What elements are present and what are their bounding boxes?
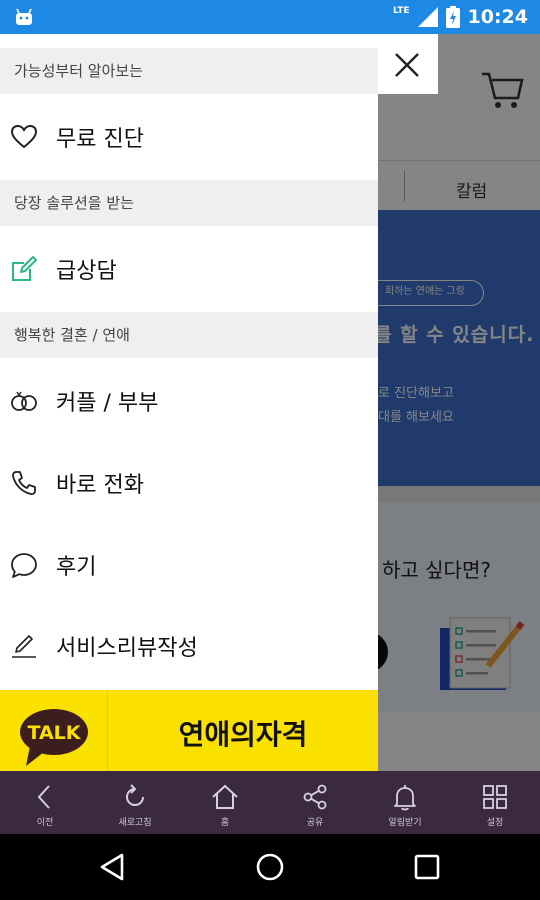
toolbar-label: 알림받기 — [388, 818, 422, 828]
pencil-icon — [12, 635, 36, 658]
menu-item-label: 급상담 — [56, 259, 117, 284]
svg-text:TALK: TALK — [27, 722, 81, 744]
toolbar-share-button[interactable]: 공유 — [270, 771, 360, 834]
toolbar-label: 공유 — [306, 818, 324, 828]
home-icon — [212, 784, 238, 809]
section-header-marriage: 행복한 결혼 / 연애 — [0, 312, 378, 358]
dim-overlay[interactable] — [378, 34, 540, 771]
signal-icon — [417, 7, 438, 27]
battery-icon — [445, 6, 460, 28]
share-icon — [303, 784, 327, 810]
menu-item-reviews[interactable]: 후기 — [0, 530, 378, 600]
close-drawer-button[interactable] — [378, 34, 438, 94]
toolbar-settings-button[interactable]: 설정 — [450, 771, 540, 834]
menu-item-free-diagnosis[interactable]: 무료 진단 — [0, 102, 378, 172]
menu-item-couple[interactable]: 커플 / 부부 — [0, 366, 378, 436]
menu-item-label: 무료 진단 — [56, 127, 144, 152]
toolbar-label: 이전 — [36, 818, 54, 828]
edit-icon — [12, 256, 37, 281]
refresh-icon — [126, 784, 144, 806]
system-navigation-bar — [0, 834, 540, 900]
grid-icon — [483, 785, 507, 809]
section-header-solution: 당장 솔루션을 받는 — [0, 180, 378, 226]
menu-item-call[interactable]: 바로 전화 — [0, 448, 378, 518]
kakao-logo-area: TALK — [0, 690, 108, 771]
phone-icon — [12, 471, 36, 495]
nav-back-icon[interactable] — [96, 850, 130, 884]
menu-item-write-review[interactable]: 서비스리뷰작성 — [0, 611, 378, 681]
heart-icon — [10, 124, 38, 149]
rings-icon — [11, 391, 37, 411]
nav-home-icon[interactable] — [253, 850, 287, 884]
menu-item-label: 후기 — [56, 555, 97, 580]
bottom-toolbar: 이전 새로고침 홈 공유 알림받기 설정 — [0, 771, 540, 834]
toolbar-notification-button[interactable]: 알림받기 — [360, 771, 450, 834]
toolbar-back-button[interactable]: 이전 — [0, 771, 90, 834]
network-type: LTE — [392, 6, 410, 16]
navigation-drawer: 가능성부터 알아보는 무료 진단 당장 솔루션을 받는 급상담 행복한 결혼 /… — [0, 34, 378, 771]
menu-item-label: 커플 / 부부 — [56, 391, 159, 416]
kakao-talk-banner[interactable]: TALK 연애의자격 — [0, 690, 378, 771]
toolbar-label: 새로고침 — [118, 818, 152, 828]
menu-item-label: 바로 전화 — [56, 473, 144, 498]
back-icon — [37, 785, 50, 809]
close-icon — [395, 53, 419, 77]
bell-icon — [394, 785, 416, 811]
android-notification-icon — [16, 8, 32, 25]
toolbar-refresh-button[interactable]: 새로고침 — [90, 771, 180, 834]
menu-item-urgent-consult[interactable]: 급상담 — [0, 234, 378, 304]
clock: 10:24 — [467, 6, 528, 28]
kakao-channel-title: 연애의자격 — [178, 718, 308, 751]
nav-recents-icon[interactable] — [410, 850, 444, 884]
toolbar-home-button[interactable]: 홈 — [180, 771, 270, 834]
chat-bubble-icon — [11, 553, 37, 578]
menu-item-label: 서비스리뷰작성 — [56, 636, 198, 661]
toolbar-label: 홈 — [220, 818, 230, 828]
section-header-diagnosis: 가능성부터 알아보는 — [0, 48, 378, 94]
toolbar-label: 설정 — [486, 818, 504, 828]
kakao-talk-logo-icon: TALK — [20, 709, 88, 766]
status-bar: LTE 10:24 — [0, 0, 540, 34]
